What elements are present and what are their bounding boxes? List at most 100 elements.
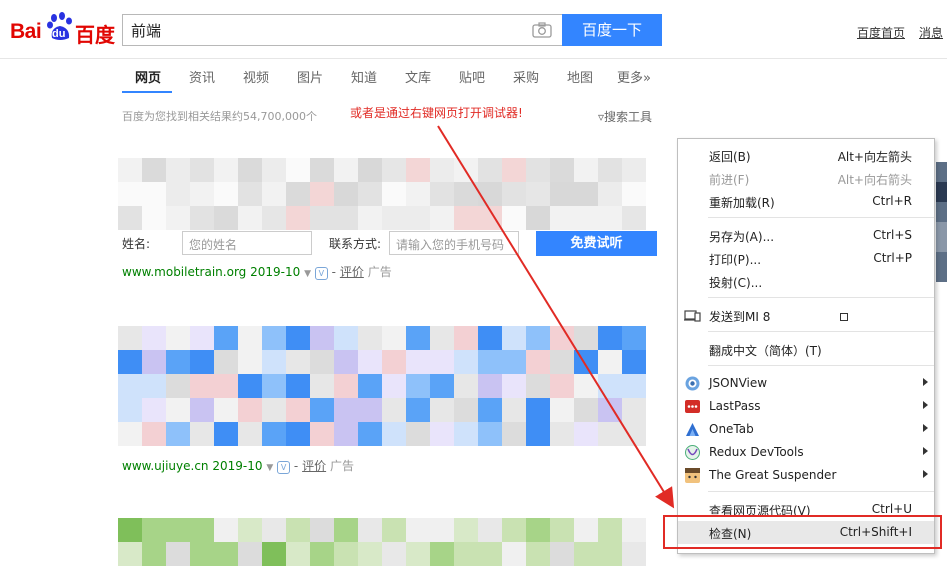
tab-tieba[interactable]: 贴吧	[459, 67, 485, 86]
search-button[interactable]: 百度一下	[562, 14, 662, 46]
blur-cell	[310, 182, 334, 206]
blur-cell	[358, 350, 382, 374]
blur-cell	[142, 542, 166, 566]
contact-label: 联系方式:	[329, 237, 382, 251]
menu-label: 发送到MI 8	[709, 310, 771, 324]
tab-map[interactable]: 地图	[567, 67, 593, 86]
result-url[interactable]: www.mobiletrain.org	[122, 265, 246, 279]
tab-procurement[interactable]: 采购	[513, 67, 539, 86]
phone-input[interactable]: 请输入您的手机号码	[389, 231, 519, 255]
blur-cell	[574, 206, 598, 230]
name-input[interactable]: 您的姓名	[182, 231, 312, 255]
onetab-icon	[686, 423, 699, 436]
menu-label: JSONView	[709, 376, 768, 390]
menu-shortcut: Alt+向右箭头	[837, 173, 912, 187]
baidu-logo[interactable]: Bai du 百度	[10, 8, 115, 48]
blur-cell	[190, 158, 214, 182]
blur-cell	[214, 326, 238, 350]
blur-cell	[526, 158, 550, 182]
blur-cell	[190, 422, 214, 446]
menu-item-send-to-device[interactable]: 发送到MI 8	[678, 304, 934, 327]
blur-cell	[502, 326, 526, 350]
tab-images[interactable]: 图片	[297, 67, 323, 86]
menu-separator	[708, 491, 934, 492]
blur-cell	[550, 182, 574, 206]
caret-down-icon[interactable]: ▼	[304, 269, 311, 279]
blur-cell	[166, 182, 190, 206]
menu-item-cast[interactable]: 投射(C)...	[678, 270, 934, 293]
blur-cell	[142, 374, 166, 398]
tab-wenku[interactable]: 文库	[405, 67, 431, 86]
tab-web[interactable]: 网页	[135, 67, 161, 86]
blur-cell	[526, 206, 550, 230]
blur-cell	[550, 422, 574, 446]
result-count: 百度为您找到相关结果约54,700,000个	[122, 110, 317, 123]
menu-item-translate[interactable]: 翻成中文（简体）(T)	[678, 338, 934, 361]
blur-cell	[574, 374, 598, 398]
menu-label: Redux DevTools	[709, 445, 804, 459]
review-link[interactable]: 评价	[340, 265, 364, 279]
blur-cell	[238, 398, 262, 422]
blur-cell	[526, 350, 550, 374]
blur-cell	[286, 326, 310, 350]
tab-video[interactable]: 视频	[243, 67, 269, 86]
blur-cell	[358, 518, 382, 542]
menu-item-print[interactable]: 打印(P)... Ctrl+P	[678, 247, 934, 270]
blur-cell	[334, 374, 358, 398]
blur-cell	[142, 326, 166, 350]
blur-cell	[262, 398, 286, 422]
blur-cell	[166, 518, 190, 542]
blur-cell	[478, 182, 502, 206]
caret-down-icon[interactable]: ▼	[266, 463, 273, 473]
free-trial-button[interactable]: 免费试听	[536, 231, 657, 256]
blur-cell	[118, 398, 142, 422]
blur-cell	[622, 206, 646, 230]
menu-item-jsonview[interactable]: JSONView	[678, 372, 934, 395]
menu-item-forward[interactable]: 前进(F) Alt+向右箭头	[678, 167, 934, 190]
menu-item-lastpass[interactable]: LastPass	[678, 395, 934, 418]
menu-shortcut: Ctrl+R	[872, 194, 912, 208]
tab-more[interactable]: 更多»	[617, 67, 651, 86]
blur-cell	[238, 518, 262, 542]
blur-cell	[262, 422, 286, 446]
search-box[interactable]	[122, 14, 562, 46]
blur-cell	[574, 350, 598, 374]
menu-item-great-suspender[interactable]: The Great Suspender	[678, 464, 934, 487]
blur-cell	[310, 542, 334, 566]
blur-cell	[622, 158, 646, 182]
blur-cell	[310, 398, 334, 422]
blur-cell	[262, 206, 286, 230]
blur-cell	[118, 350, 142, 374]
blur-cell	[622, 326, 646, 350]
tab-news[interactable]: 资讯	[189, 67, 215, 86]
blur-cell	[550, 374, 574, 398]
blur-cell	[406, 206, 430, 230]
blur-cell	[574, 158, 598, 182]
tab-zhidao[interactable]: 知道	[351, 67, 377, 86]
menu-item-reload[interactable]: 重新加载(R) Ctrl+R	[678, 190, 934, 213]
blur-cell	[334, 182, 358, 206]
baidu-home-link[interactable]: 百度首页	[857, 24, 905, 41]
blur-cell	[166, 374, 190, 398]
search-tools[interactable]: ▿搜索工具	[598, 108, 652, 125]
result-url[interactable]: www.ujiuye.cn	[122, 459, 209, 473]
blur-cell	[118, 542, 142, 566]
search-input[interactable]	[131, 21, 511, 39]
menu-item-onetab[interactable]: OneTab	[678, 418, 934, 441]
blur-cell	[142, 350, 166, 374]
blur-cell	[358, 374, 382, 398]
blur-cell	[502, 518, 526, 542]
messages-link[interactable]: 消息	[919, 24, 943, 41]
logo-bai: Bai	[10, 20, 42, 43]
blur-cell	[238, 374, 262, 398]
menu-item-redux-devtools[interactable]: Redux DevTools	[678, 441, 934, 464]
verified-icon[interactable]: V	[277, 461, 291, 474]
blur-cell	[502, 182, 526, 206]
menu-item-back[interactable]: 返回(B) Alt+向左箭头	[678, 144, 934, 167]
blur-cell	[478, 326, 502, 350]
verified-icon[interactable]: V	[314, 267, 328, 280]
blur-cell	[478, 206, 502, 230]
review-link[interactable]: 评价	[302, 459, 326, 473]
menu-item-save-as[interactable]: 另存为(A)... Ctrl+S	[678, 224, 934, 247]
camera-icon[interactable]	[532, 22, 552, 38]
